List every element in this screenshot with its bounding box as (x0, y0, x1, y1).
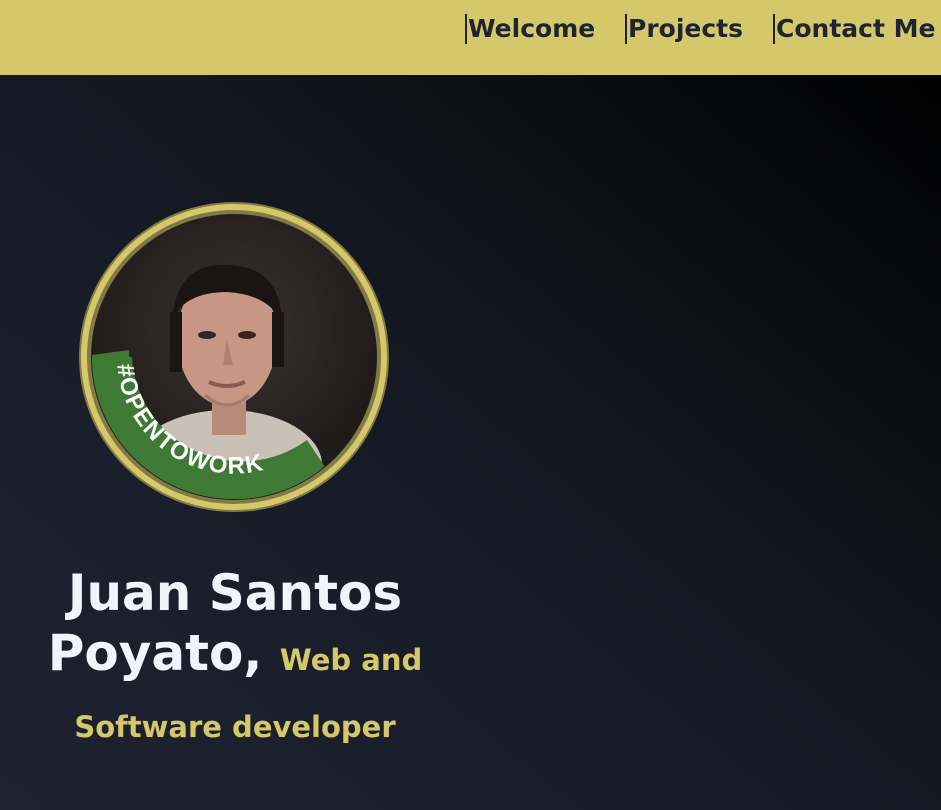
hero-section: #OPENTOWORK Juan Santos Poyato, Web and … (0, 75, 941, 810)
top-nav-bar: Welcome Projects Contact Me (0, 0, 941, 75)
hero-heading: Juan Santos Poyato, Web and Software dev… (20, 563, 450, 757)
nav-link-welcome[interactable]: Welcome (465, 14, 595, 44)
avatar-graphic: #OPENTOWORK (79, 202, 389, 512)
nav-link-projects[interactable]: Projects (625, 14, 743, 44)
profile-avatar: #OPENTOWORK (77, 200, 391, 514)
nav-link-contact-me[interactable]: Contact Me (773, 14, 935, 44)
